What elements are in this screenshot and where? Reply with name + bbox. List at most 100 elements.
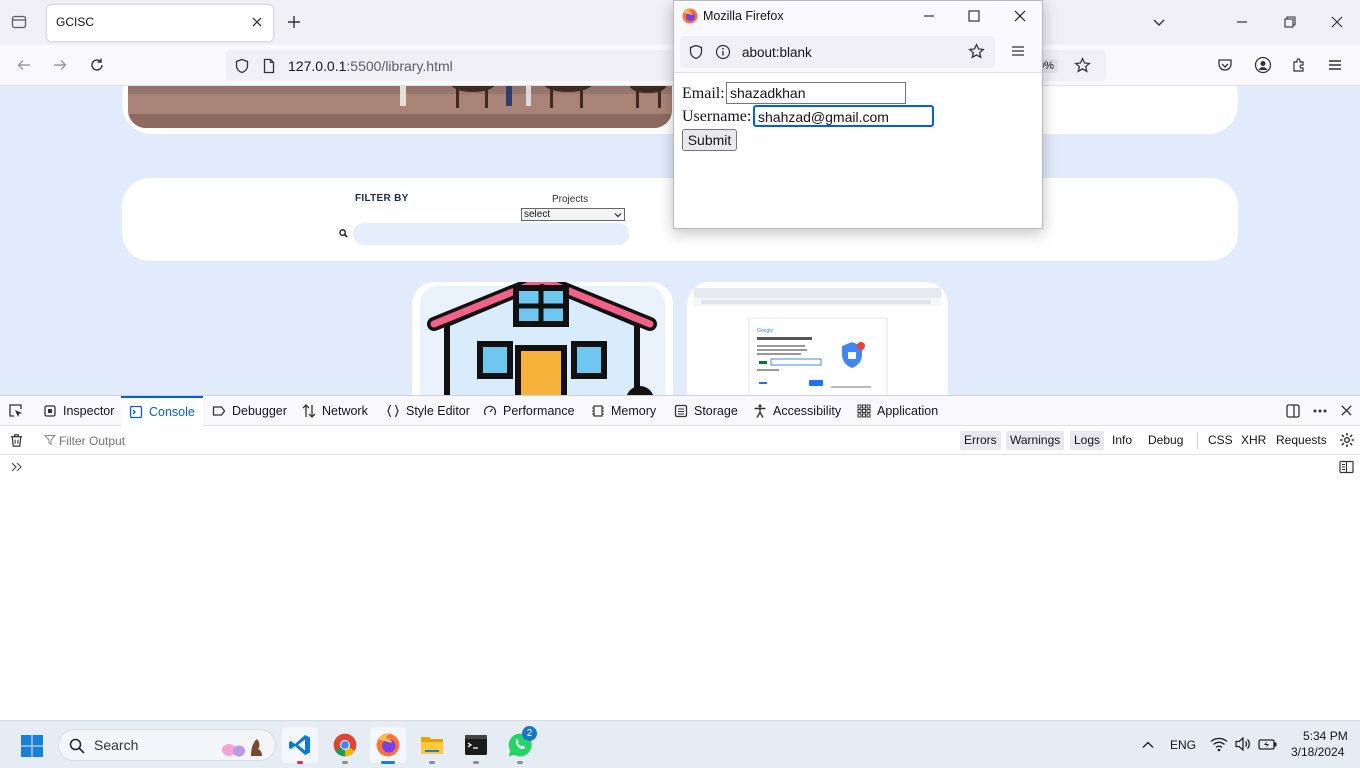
battery-icon[interactable] [1258,736,1278,752]
popup-address-bar: about:blank [674,31,1042,73]
vscode-icon [289,735,310,755]
firefox-icon [376,733,400,757]
list-tabs-icon[interactable] [1143,6,1175,38]
tab-label: Memory [611,404,657,418]
tab-label: Network [322,404,368,418]
wifi-icon[interactable] [1210,736,1228,752]
editor-mode-icon[interactable] [1339,460,1354,474]
clock-time[interactable]: 5:34 PM [1303,729,1348,743]
tracking-shield-icon[interactable] [234,58,250,74]
tab-overview-icon[interactable] [3,6,35,38]
tab-performance[interactable]: Performance [483,396,575,426]
reload-icon[interactable] [81,49,113,81]
search-input[interactable] [353,223,629,245]
level-info[interactable]: Info [1108,431,1136,450]
taskbar-file-explorer[interactable] [414,727,450,764]
more-options-icon[interactable] [1312,403,1328,419]
projects-label: Projects [552,194,589,205]
dock-side-icon[interactable] [1285,403,1301,419]
tab-label: Console [149,405,195,419]
terminal-running-indicator [473,761,479,764]
projects-select[interactable]: select [521,208,625,221]
project-card-google-verify[interactable]: Google [687,282,948,395]
close-devtools-icon[interactable] [1340,404,1353,417]
popup-close-icon[interactable] [1013,9,1027,23]
close-window-icon[interactable] [1321,6,1353,38]
tab-network[interactable]: Network [302,396,368,426]
taskbar-firefox[interactable] [370,727,406,764]
popup-minimize-icon[interactable] [922,9,936,23]
new-tab-icon[interactable] [278,6,310,38]
clock-date[interactable]: 3/18/2024 [1291,745,1344,759]
element-picker-icon[interactable] [8,403,24,419]
tab-gcisc[interactable]: GCISC [47,5,273,41]
taskbar-search-label: Search [94,737,139,753]
firefox-active-indicator [381,761,395,764]
network-icon [302,404,316,418]
popup-bookmark-star-icon[interactable] [968,43,985,60]
tab-accessibility[interactable]: Accessibility [753,396,841,426]
clear-console-icon[interactable] [9,433,24,448]
whatsapp-badge: 2 [522,726,537,741]
menu-icon[interactable] [1319,49,1351,81]
filter-by-heading: FILTER BY [355,193,409,204]
tab-storage[interactable]: Storage [674,396,738,426]
popup-titlebar: Mozilla Firefox [674,1,1042,31]
tab-debugger[interactable]: Debugger [212,396,287,426]
email-label: Email: [682,85,725,102]
forward-icon[interactable] [44,49,76,81]
type-css[interactable]: CSS [1204,431,1237,450]
account-icon[interactable] [1247,49,1279,81]
back-icon[interactable] [8,49,40,81]
tab-style-editor[interactable]: Style Editor [386,396,470,426]
tab-label: Accessibility [773,404,842,418]
taskbar-whatsapp[interactable]: 2 [502,726,538,764]
type-requests[interactable]: Requests [1272,431,1331,450]
language-indicator[interactable]: ENG [1170,738,1196,752]
restore-icon[interactable] [1274,6,1306,38]
taskbar-vscode[interactable] [282,727,318,764]
taskbar-terminal[interactable] [458,727,494,764]
level-logs[interactable]: Logs [1070,431,1105,450]
firefox-logo-icon [682,8,698,24]
tab-title: GCISC [56,15,95,29]
popup-maximize-icon[interactable] [967,9,981,23]
tab-memory[interactable]: Memory [591,396,656,426]
type-xhr[interactable]: XHR [1237,431,1270,450]
close-tab-icon[interactable] [249,14,265,30]
popup-shield-icon[interactable] [688,44,704,60]
page-icon[interactable] [261,58,277,74]
taskbar-chrome[interactable] [327,727,363,764]
windows-start-icon[interactable] [20,734,44,758]
easter-eggs-icon [219,734,271,758]
tab-inspector[interactable]: Inspector [43,396,114,426]
popup-info-icon[interactable] [715,44,731,60]
submit-button[interactable]: Submit [682,129,737,151]
level-warnings[interactable]: Warnings [1006,431,1065,450]
terminal-icon [465,735,487,755]
volume-icon[interactable] [1234,736,1252,752]
console-input[interactable] [30,457,1330,477]
tab-label: Debugger [232,404,287,418]
popup-url-field[interactable]: about:blank [680,36,995,68]
explorer-running-indicator [429,761,435,764]
username-field[interactable]: shahzad@gmail.com [753,105,934,127]
popup-menu-icon[interactable] [1011,44,1025,58]
tab-console[interactable]: Console [121,396,203,426]
console-settings-icon[interactable] [1339,432,1355,448]
filter-output-input[interactable]: Filter Output [59,434,125,448]
accessibility-icon [754,404,766,418]
project-card-house[interactable] [412,282,673,395]
select-chevron-icon [614,213,622,218]
bookmark-star-icon[interactable] [1074,57,1091,74]
tab-application[interactable]: Application [857,396,938,426]
hidden-icons-chevron-icon[interactable] [1140,737,1156,753]
extensions-icon[interactable] [1283,49,1315,81]
minimize-icon[interactable] [1226,6,1258,38]
house-illustration [420,282,665,395]
pocket-icon[interactable] [1209,49,1241,81]
email-field[interactable]: shazadkhan [726,82,906,104]
level-debug[interactable]: Debug [1144,431,1187,450]
taskbar-search[interactable]: Search [58,729,276,761]
level-errors[interactable]: Errors [960,431,1001,450]
